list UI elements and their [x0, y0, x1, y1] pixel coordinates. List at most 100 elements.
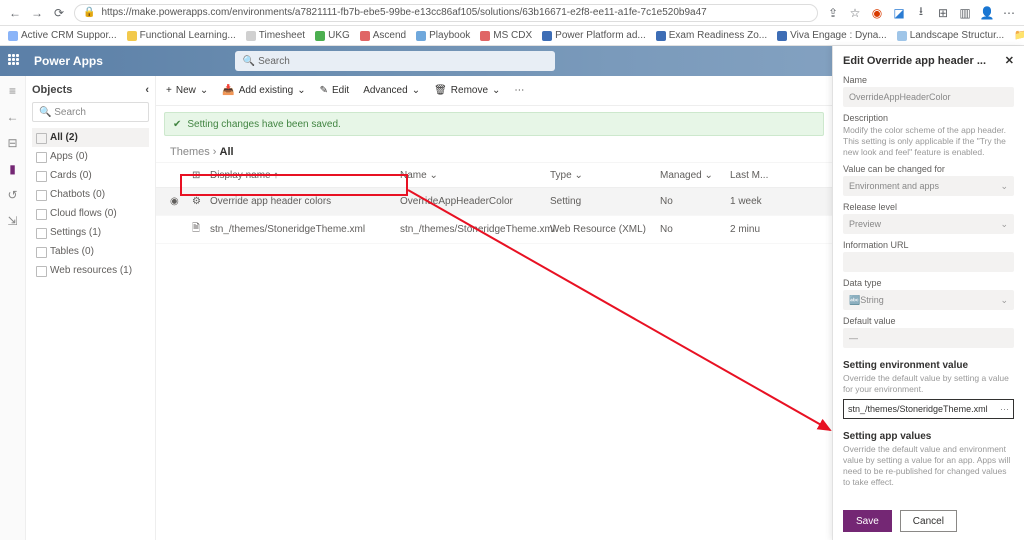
bookmark[interactable]: MS CDX [480, 30, 532, 41]
command-bar: + New ⌄ 📥 Add existing ⌄ ✎ Edit Advanced… [156, 76, 832, 106]
col-displayname[interactable]: Display name ↑ [210, 170, 400, 181]
advanced-button[interactable]: Advanced ⌄ [363, 85, 420, 96]
search-icon: 🔍 [39, 107, 51, 118]
download-icon[interactable]: ⭳ [914, 6, 928, 20]
bookmark[interactable]: Functional Learning... [127, 30, 236, 41]
bookmark[interactable]: Playbook [416, 30, 470, 41]
default-label: Default value [843, 316, 1014, 326]
ext2-icon[interactable]: ◪ [892, 6, 906, 20]
search-icon: 🔍 [243, 56, 255, 67]
star-icon[interactable]: ☆ [848, 6, 862, 20]
profile-icon[interactable]: 👤 [980, 6, 994, 20]
nav-item-webresources[interactable]: Web resources (1) [32, 261, 149, 280]
infourl-field [843, 252, 1014, 272]
bookmark[interactable]: Exam Readiness Zo... [656, 30, 767, 41]
app-section-title: Setting app values [843, 431, 1014, 442]
remove-button[interactable]: 🗑 Remove ⌄ [434, 85, 500, 96]
rail-menu-icon[interactable]: ≡ [9, 84, 16, 98]
app-section-desc: Override the default value and environme… [843, 444, 1014, 488]
global-search[interactable]: 🔍 Search [235, 51, 555, 71]
panel-title: Edit Override app header ...✕ [843, 54, 1014, 67]
nav-item-apps[interactable]: Apps (0) [32, 147, 149, 166]
nav-item-cloudflows[interactable]: Cloud flows (0) [32, 204, 149, 223]
close-icon[interactable]: ✕ [1005, 54, 1014, 67]
menu-icon[interactable]: ⋯ [1002, 6, 1016, 20]
other-favorites[interactable]: 📁Other favorites [1014, 30, 1024, 41]
nav-item-tables[interactable]: Tables (0) [32, 242, 149, 261]
back-button[interactable]: ← [8, 6, 22, 20]
bookmark[interactable]: Power Platform ad... [542, 30, 646, 41]
default-field: — [843, 328, 1014, 348]
bookmark[interactable]: Timesheet [246, 30, 305, 41]
setting-icon: ⚙ [192, 196, 210, 207]
content-area: + New ⌄ 📥 Add existing ⌄ ✎ Edit Advanced… [156, 76, 832, 540]
success-banner: ✔ Setting changes have been saved. [164, 112, 824, 136]
brand-label: Power Apps [34, 54, 103, 68]
objects-search[interactable]: 🔍 Search [32, 102, 149, 122]
nav-item-cards[interactable]: Cards (0) [32, 166, 149, 185]
rail-export-icon[interactable]: ⇲ [7, 214, 17, 228]
rail-history-icon[interactable]: ↺ [7, 188, 17, 202]
edit-panel: Edit Override app header ...✕ Name Overr… [832, 46, 1024, 540]
check-icon: ✔ [173, 119, 181, 130]
bookmark[interactable]: Viva Engage : Dyna... [777, 30, 887, 41]
datatype-field: 🔤 String [843, 290, 1014, 310]
env-value-input[interactable]: stn_/themes/StoneridgeTheme.xml⋯ [843, 399, 1014, 419]
extensions-icon[interactable]: ⊞ [936, 6, 950, 20]
objects-title: Objects‹ [32, 84, 149, 96]
name-field: OverrideAppHeaderColor [843, 87, 1014, 107]
more-icon[interactable]: ⋯ [1000, 404, 1009, 415]
env-section-desc: Override the default value by setting a … [843, 373, 1014, 395]
new-button[interactable]: + New ⌄ [166, 85, 208, 96]
bookmark[interactable]: Ascend [360, 30, 406, 41]
bookmark[interactable]: Landscape Structur... [897, 30, 1005, 41]
bookmarks-bar: Active CRM Suppor... Functional Learning… [0, 26, 1024, 46]
nav-item-all[interactable]: All (2) [32, 128, 149, 147]
browser-toolbar: ← → ⟳ 🔒 https://make.powerapps.com/envir… [0, 0, 1024, 26]
add-existing-button[interactable]: 📥 Add existing ⌄ [222, 85, 305, 96]
objects-panel: Objects‹ 🔍 Search All (2) Apps (0) Cards… [26, 76, 156, 540]
overflow-button[interactable]: ⋯ [514, 85, 524, 96]
bookmark[interactable]: UKG [315, 30, 350, 41]
rail-tree-icon[interactable]: ⊟ [7, 136, 17, 150]
release-label: Release level [843, 202, 1014, 212]
desc-text: Modify the color scheme of the app heade… [843, 125, 1014, 158]
file-icon: 🗎 [192, 221, 210, 238]
changefor-label: Value can be changed for [843, 164, 1014, 174]
changefor-field: Environment and apps [843, 176, 1014, 196]
breadcrumb[interactable]: Themes › All [156, 142, 832, 162]
share-icon[interactable]: ⇪ [826, 6, 840, 20]
env-section-title: Setting environment value [843, 360, 1014, 371]
cancel-button[interactable]: Cancel [900, 510, 957, 532]
desc-label: Description [843, 113, 1014, 123]
table-header: ⊞ Display name ↑ Name ⌄ Type ⌄ Managed ⌄… [156, 162, 832, 188]
collapse-icon[interactable]: ‹ [145, 84, 149, 96]
address-bar[interactable]: 🔒 https://make.powerapps.com/environment… [74, 4, 818, 22]
waffle-icon[interactable] [8, 54, 22, 68]
datatype-label: Data type [843, 278, 1014, 288]
table-row[interactable]: ◉ ⚙ Override app header colors OverrideA… [156, 188, 832, 216]
infourl-label: Information URL [843, 240, 1014, 250]
rail-back-icon[interactable]: ← [7, 110, 19, 124]
col-modified[interactable]: Last M... [730, 170, 780, 181]
lock-icon: 🔒 [83, 7, 95, 18]
row-check-icon[interactable]: ◉ [170, 196, 192, 207]
collections-icon[interactable]: ▥ [958, 6, 972, 20]
release-field: Preview [843, 214, 1014, 234]
url-text: https://make.powerapps.com/environments/… [101, 7, 706, 18]
name-label: Name [843, 75, 1014, 85]
table-row[interactable]: 🗎 stn_/themes/StoneridgeTheme.xml stn_/t… [156, 216, 832, 244]
nav-item-chatbots[interactable]: Chatbots (0) [32, 185, 149, 204]
ext1-icon[interactable]: ◉ [870, 6, 884, 20]
col-name[interactable]: Name ⌄ [400, 170, 550, 181]
rail-solution-icon[interactable]: ▮ [9, 162, 16, 176]
col-type[interactable]: Type ⌄ [550, 170, 660, 181]
edit-button[interactable]: ✎ Edit [320, 85, 350, 96]
nav-item-settings[interactable]: Settings (1) [32, 223, 149, 242]
save-button[interactable]: Save [843, 510, 892, 532]
col-managed[interactable]: Managed ⌄ [660, 170, 730, 181]
refresh-button[interactable]: ⟳ [52, 6, 66, 20]
bookmark[interactable]: Active CRM Suppor... [8, 30, 117, 41]
forward-button[interactable]: → [30, 6, 44, 20]
left-rail: ≡ ← ⊟ ▮ ↺ ⇲ [0, 76, 26, 540]
